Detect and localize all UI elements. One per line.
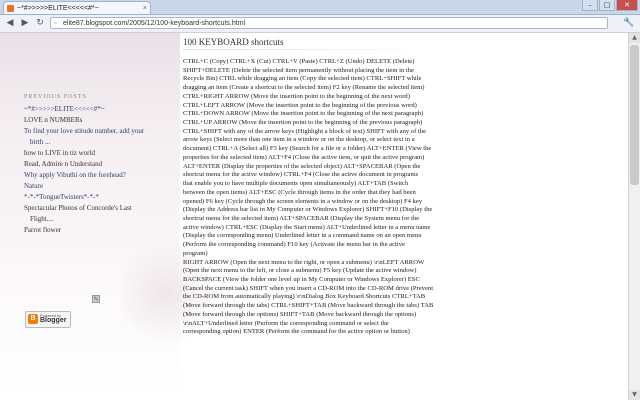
sidebar-link-continued[interactable]: Flight.... (24, 215, 174, 224)
minimize-button[interactable]: – (582, 0, 598, 11)
post-line: ALT+ENTER (Display the properties of the… (183, 162, 421, 170)
sidebar-link[interactable]: how to LIVE in tiz world (24, 149, 174, 158)
post-line: CTRL+C (Copy) CTRL+X (Cut) CTRL+V (Paste… (183, 58, 415, 65)
post-line: RIGHT ARROW (Open the next menu to the r… (183, 258, 425, 266)
reload-icon[interactable]: ↻ (34, 17, 46, 29)
browser-tab[interactable]: ~*#>>>>>ELITE<<<<<#*~ × (3, 1, 151, 14)
post-line: properties for the selected item) ALT+F4… (183, 153, 425, 161)
scrollbar-thumb[interactable] (630, 45, 639, 185)
browser-title-bar: ~*#>>>>>ELITE<<<<<#*~ × – □ ✕ (0, 0, 640, 15)
powered-by-blogger-badge[interactable]: B Powered by Blogger (25, 311, 71, 328)
post-line: document) CTRL+A (Select all) F3 key (Se… (183, 145, 432, 153)
post-line: (Perform the corresponding command) F10 … (183, 241, 405, 249)
badge-blogger-text: Blogger (40, 317, 67, 324)
title-divider (183, 49, 433, 50)
post-line: shortcut menu for the active window) CTR… (183, 171, 419, 179)
post-body: CTRL+C (Copy) CTRL+X (Cut) CTRL+V (Paste… (183, 58, 513, 337)
sidebar-link[interactable]: Spectacular Photos of Concorde's Last (24, 204, 174, 213)
post-line: opened) F6 key (Cycle through the screen… (183, 197, 423, 205)
post-line: CTRL+RIGHT ARROW (Move the insertion poi… (183, 92, 410, 100)
sidebar-link[interactable]: *-*-*TongueTwisters*-*-* (24, 193, 174, 202)
close-window-button[interactable]: ✕ (616, 0, 638, 11)
post-line: active window) CTRL+ESC (Display the Sta… (183, 223, 431, 231)
post-line: corresponding option) ENTER (Perform the… (183, 328, 410, 336)
wrench-menu-icon[interactable]: 🔧 (623, 17, 635, 29)
post-line: BACKSPACE (View the folder one level up … (183, 275, 420, 283)
post-line: \r\nALT+Underlined letter (Perform the c… (183, 319, 389, 327)
post-line: (Display the corresponding menu) Underli… (183, 232, 422, 240)
sidebar-link[interactable]: Why apply Vibuthi on the forehead? (24, 171, 174, 180)
post-line: that enable you to have multiple documen… (183, 180, 409, 188)
sidebar-link[interactable]: To find your love stitude number, add yo… (24, 127, 174, 136)
address-bar[interactable]: ▫ elite87.blogspot.com/2005/12/100-keybo… (50, 17, 608, 29)
blogger-logo-icon: B (28, 314, 38, 324)
post-line: (Move forward through the options) SHIFT… (183, 310, 417, 318)
post-title: 100 KEYBOARD shortcuts (183, 37, 284, 47)
post-line: CTRL+UP ARROW (Move the insertion point … (183, 119, 423, 127)
tab-close-icon[interactable]: × (143, 2, 147, 14)
sidebar-link-continued[interactable]: birth ... (24, 138, 174, 147)
sidebar-link[interactable]: Nature (24, 182, 174, 191)
page-icon: ▫ (54, 20, 57, 27)
post-line: CTRL+LEFT ARROW (Move the insertion poin… (183, 101, 417, 109)
post-line: (Display the Address bar list in My Comp… (183, 206, 433, 214)
window-controls: – □ ✕ (582, 0, 638, 12)
blogger-favicon-icon (7, 5, 14, 12)
quick-edit-icon[interactable]: ✎ (92, 295, 100, 303)
post-line: shortcut menu for the selected item) ALT… (183, 214, 420, 222)
sidebar-link[interactable]: Read, Admire n Understand (24, 160, 174, 169)
sidebar-link[interactable]: Parrot flower (24, 226, 174, 235)
post-line: CTRL+SHIFT with any of the arrow keys (H… (183, 127, 427, 135)
vertical-scrollbar[interactable]: ▲ ▼ (628, 33, 640, 400)
maximize-button[interactable]: □ (599, 0, 615, 11)
address-bar-url: elite87.blogspot.com/2005/12/100-keyboar… (63, 20, 246, 27)
post-line: between the open items) ALT+ESC (Cycle t… (183, 188, 416, 196)
post-line: (Open the next menu to the left, or clos… (183, 267, 417, 275)
back-arrow-icon[interactable]: ◀ (4, 17, 16, 29)
tab-title: ~*#>>>>>ELITE<<<<<#*~ (17, 5, 99, 12)
post-line: Recycle Bin) CTRL while dragging an item… (183, 75, 422, 83)
post-line: the CD-ROM from automatically playing) \… (183, 293, 426, 301)
post-line: (Cancel the current task) SHIFT when you… (183, 284, 434, 292)
scroll-down-arrow-icon[interactable]: ▼ (629, 390, 640, 400)
post-line: program) (183, 249, 208, 257)
sidebar-link[interactable]: LOVE n NUMBERs (24, 116, 174, 125)
previous-posts-sidebar: PREVIOUS POSTS ~*#>>>>>ELITE<<<<<#*~ LOV… (24, 93, 174, 237)
post-line: dragging an item (Create a shortcut to t… (183, 84, 425, 92)
post-line: (Move forward through the tabs) CTRL+SHI… (183, 302, 434, 310)
post-line: arrow keys (Select more than one item in… (183, 136, 415, 144)
post-line: SHIFT+DELETE (Delete the selected item p… (183, 66, 414, 74)
forward-arrow-icon[interactable]: ▶ (19, 17, 31, 29)
browser-toolbar: ◀ ▶ ↻ ▫ elite87.blogspot.com/2005/12/100… (0, 15, 640, 33)
sidebar-link[interactable]: ~*#>>>>>ELITE<<<<<#*~ (24, 105, 174, 114)
scroll-up-arrow-icon[interactable]: ▲ (629, 33, 640, 43)
page-viewport: PREVIOUS POSTS ~*#>>>>>ELITE<<<<<#*~ LOV… (0, 33, 628, 400)
previous-posts-heading: PREVIOUS POSTS (24, 94, 87, 100)
post-line: CTRL+DOWN ARROW (Move the insertion poin… (183, 110, 424, 118)
